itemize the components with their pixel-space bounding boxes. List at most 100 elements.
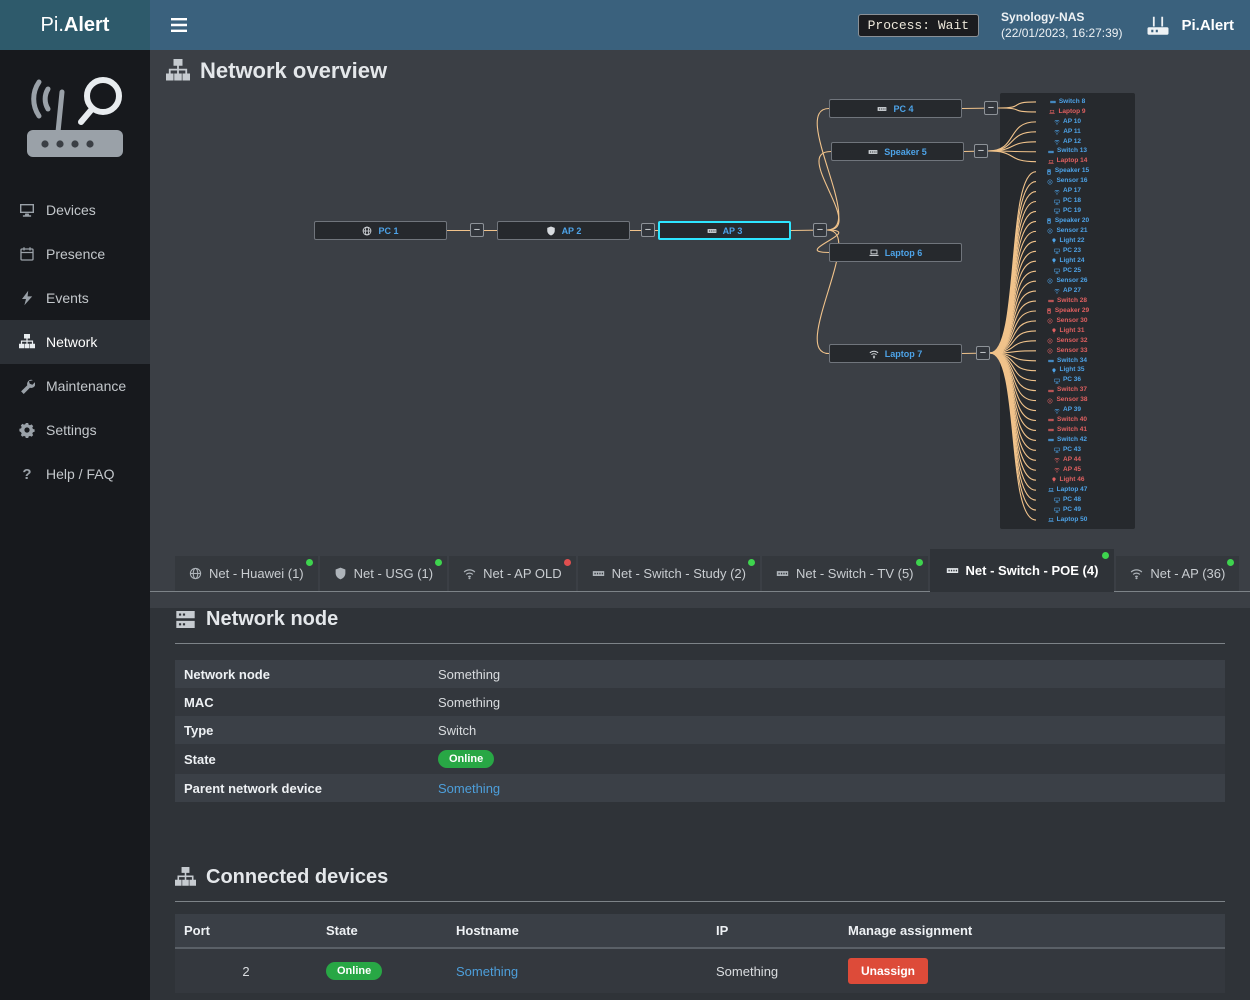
device-list-item[interactable]: AP 27: [1000, 286, 1135, 296]
tab-net-switch-tv-5[interactable]: Net - Switch - TV (5): [762, 556, 928, 591]
diagram-node-laptop-6[interactable]: Laptop 6: [829, 243, 962, 262]
shield-icon: [334, 567, 347, 580]
sidebar-item-devices[interactable]: Devices: [0, 188, 150, 232]
sidebar-item-network[interactable]: Network: [0, 320, 150, 364]
device-list-item[interactable]: AP 44: [1000, 455, 1135, 465]
sensor-icon: [1047, 228, 1053, 234]
device-list-item[interactable]: Laptop 9: [1000, 107, 1135, 117]
tab-net-ap-old[interactable]: Net - AP OLD: [449, 556, 576, 591]
sidebar-toggle-button[interactable]: [150, 0, 208, 50]
diagram-node-laptop-7[interactable]: Laptop 7: [829, 344, 962, 363]
tab-net-ap-36[interactable]: Net - AP (36): [1116, 556, 1239, 591]
sidebar-item-label: Presence: [46, 246, 105, 262]
diagram-node-ap-3[interactable]: AP 3: [658, 221, 791, 240]
status-dot-green: [435, 559, 442, 566]
device-label: Switch 13: [1057, 148, 1087, 155]
hub-icon: [877, 104, 887, 114]
device-list-item[interactable]: PC 19: [1000, 206, 1135, 216]
collapse-handle[interactable]: [470, 223, 484, 237]
device-list-item[interactable]: Sensor 16: [1000, 177, 1135, 187]
device-list-item[interactable]: Switch 40: [1000, 416, 1135, 426]
device-list-item[interactable]: PC 25: [1000, 266, 1135, 276]
device-list-item[interactable]: Switch 37: [1000, 386, 1135, 396]
host-name: Synology-NAS: [1001, 9, 1122, 25]
device-list-item[interactable]: PC 49: [1000, 505, 1135, 515]
tab-net-huawei-1[interactable]: Net - Huawei (1): [175, 556, 318, 591]
device-list-item[interactable]: AP 10: [1000, 117, 1135, 127]
device-list-item[interactable]: Switch 42: [1000, 435, 1135, 445]
sidebar-item-events[interactable]: Events: [0, 276, 150, 320]
tab-net-switch-poe-4[interactable]: Net - Switch - POE (4): [930, 549, 1115, 592]
connected-devices-heading-text: Connected devices: [206, 866, 388, 889]
device-list-item[interactable]: Sensor 32: [1000, 336, 1135, 346]
device-list-item[interactable]: PC 36: [1000, 376, 1135, 386]
question-icon: [19, 466, 35, 482]
monitor-icon: [1054, 507, 1060, 513]
device-list-item[interactable]: PC 23: [1000, 246, 1135, 256]
unassign-button[interactable]: Unassign: [848, 958, 928, 984]
hub-icon: [776, 567, 789, 580]
device-list-item[interactable]: Light 22: [1000, 236, 1135, 246]
device-list-item[interactable]: Laptop 50: [1000, 515, 1135, 525]
device-list-item[interactable]: AP 45: [1000, 465, 1135, 475]
column-header-state: State: [317, 914, 447, 948]
brand-label: Pi.Alert: [1181, 17, 1234, 34]
hub-icon: [707, 226, 717, 236]
device-list-item[interactable]: Light 35: [1000, 366, 1135, 376]
hostname-cell: Something: [447, 948, 707, 993]
device-list-item[interactable]: Light 24: [1000, 256, 1135, 266]
collapse-handle[interactable]: [984, 101, 998, 115]
device-label: Sensor 30: [1056, 318, 1087, 325]
sidebar-item-presence[interactable]: Presence: [0, 232, 150, 276]
device-list-item[interactable]: Sensor 21: [1000, 226, 1135, 236]
diagram-node-pc-1[interactable]: PC 1: [314, 221, 447, 240]
device-list-item[interactable]: Sensor 38: [1000, 396, 1135, 406]
device-list-item[interactable]: Speaker 29: [1000, 306, 1135, 316]
device-list-item[interactable]: Switch 34: [1000, 356, 1135, 366]
diagram-node-pc-4[interactable]: PC 4: [829, 99, 962, 118]
device-list-item[interactable]: Switch 13: [1000, 147, 1135, 157]
device-list-item[interactable]: Sensor 30: [1000, 316, 1135, 326]
device-list-item[interactable]: AP 12: [1000, 137, 1135, 147]
device-label: Light 22: [1060, 238, 1085, 245]
sidebar-item-maintenance[interactable]: Maintenance: [0, 364, 150, 408]
wifi-icon: [1054, 139, 1060, 145]
hub-icon: [1050, 99, 1056, 105]
device-label: Speaker 15: [1055, 168, 1089, 175]
device-list-item[interactable]: Sensor 26: [1000, 276, 1135, 286]
device-list-item[interactable]: Speaker 15: [1000, 167, 1135, 177]
device-list-item[interactable]: Speaker 20: [1000, 216, 1135, 226]
app-logo[interactable]: Pi.Alert: [0, 0, 150, 50]
device-list-item[interactable]: Sensor 33: [1000, 346, 1135, 356]
device-list-item[interactable]: Light 31: [1000, 326, 1135, 336]
collapse-handle[interactable]: [813, 223, 827, 237]
collapse-handle[interactable]: [976, 346, 990, 360]
device-list-item[interactable]: AP 39: [1000, 406, 1135, 416]
tab-net-switch-study-2[interactable]: Net - Switch - Study (2): [578, 556, 760, 591]
parent-device-link[interactable]: Something: [438, 781, 500, 796]
device-list-item[interactable]: Switch 41: [1000, 425, 1135, 435]
sidebar-item-help-faq[interactable]: Help / FAQ: [0, 452, 150, 496]
collapse-handle[interactable]: [974, 144, 988, 158]
device-label: Switch 8: [1059, 99, 1085, 106]
device-list-item[interactable]: AP 17: [1000, 187, 1135, 197]
device-list-item[interactable]: Switch 28: [1000, 296, 1135, 306]
collapse-handle[interactable]: [641, 223, 655, 237]
sidebar-nav: Devices Presence EventsNetworkMaintenanceS…: [0, 188, 150, 496]
sidebar-item-settings[interactable]: Settings: [0, 408, 150, 452]
device-list-item[interactable]: Laptop 47: [1000, 485, 1135, 495]
device-list-item[interactable]: PC 43: [1000, 445, 1135, 455]
device-list-item[interactable]: Switch 8: [1000, 97, 1135, 107]
device-list-item[interactable]: PC 48: [1000, 495, 1135, 505]
device-list-item[interactable]: AP 11: [1000, 127, 1135, 137]
diagram-node-ap-2[interactable]: AP 2: [497, 221, 630, 240]
monitor-icon: [19, 202, 35, 218]
tab-net-usg-1[interactable]: Net - USG (1): [320, 556, 447, 591]
sitemap-icon: [19, 334, 35, 350]
device-list-item[interactable]: Laptop 14: [1000, 157, 1135, 167]
device-label: PC 18: [1063, 198, 1081, 205]
device-list-item[interactable]: Light 46: [1000, 475, 1135, 485]
diagram-node-speaker-5[interactable]: Speaker 5: [831, 142, 964, 161]
hostname-link[interactable]: Something: [456, 964, 518, 979]
device-list-item[interactable]: PC 18: [1000, 197, 1135, 207]
